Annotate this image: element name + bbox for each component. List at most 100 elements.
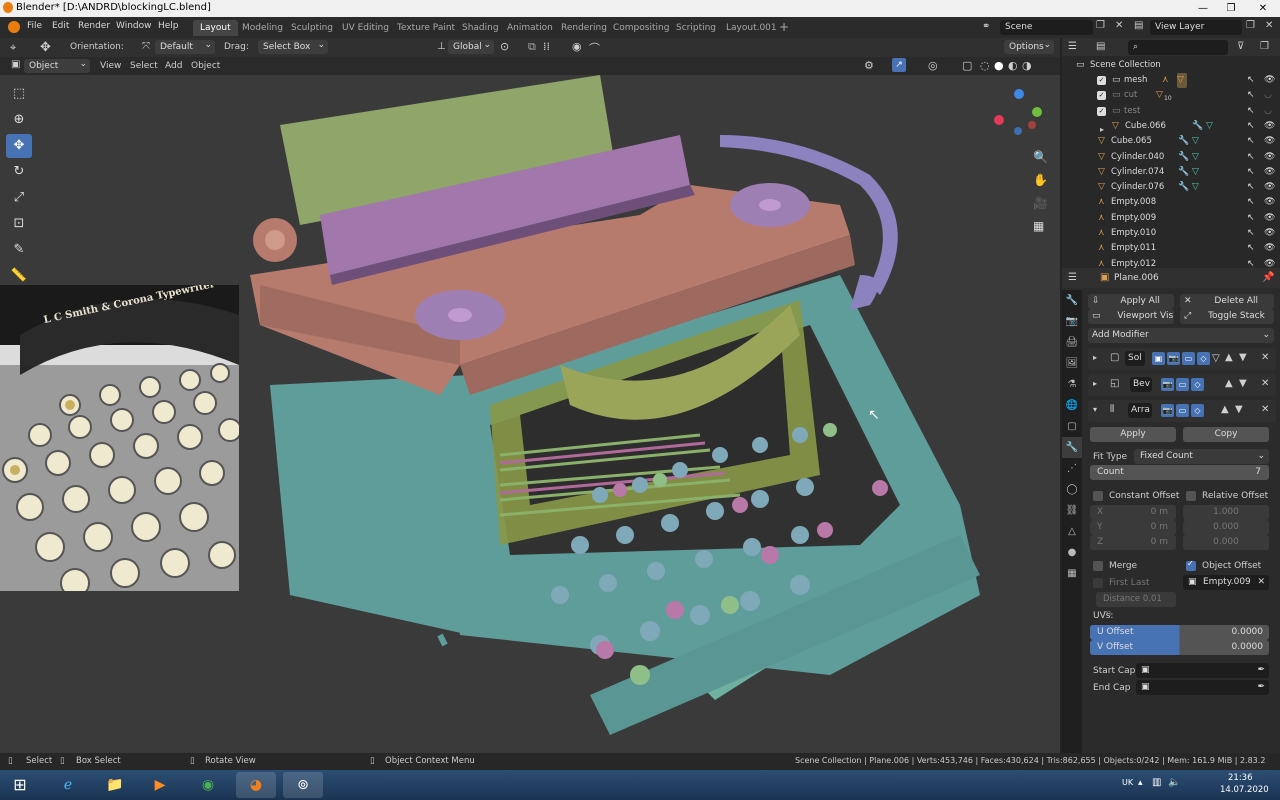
modifier-solidify[interactable]: ▸ ▢ Sol ▣ 📷 ▭ ◇ ▽ ▲ ▼ ✕ [1088,348,1276,370]
v-offset-field[interactable]: V Offset 0.0000 [1090,640,1269,655]
menu-add[interactable]: Add [165,61,182,71]
tab-sculpting[interactable]: Sculpting [284,20,340,36]
minimize-button[interactable]: — [1188,0,1218,17]
file-explorer-icon[interactable]: 📁 [95,772,135,798]
close-button[interactable]: ✕ [1248,0,1278,17]
visibility-icon[interactable]: ⚙ [864,59,874,72]
vertex-icon[interactable]: ◇ [1191,404,1204,417]
move-tool-button[interactable]: ✥ [6,134,32,158]
menu-object[interactable]: Object [191,61,220,71]
monitor-icon[interactable]: ▭ [1176,404,1189,417]
eye-icon[interactable]: 👁 [1264,150,1275,165]
cursor-tool-icon[interactable]: ⊕ [6,108,32,132]
fit-type-dropdown[interactable]: Fixed Count ⌄ [1134,449,1269,464]
outliner-root[interactable]: ▭ Scene Collection [1062,58,1280,73]
camera-view-icon[interactable]: 🎥 [1033,196,1048,210]
collapse-arrow-icon[interactable]: ▾ [1093,405,1097,414]
tab-layout[interactable]: Layout [193,20,238,36]
proportional-edit-icon[interactable]: ◉ [572,40,582,53]
wrench-icon[interactable]: 🔧 [1178,150,1189,165]
scene-icon[interactable]: ⚭ [982,21,990,32]
mesh-data-icon[interactable]: ▽ [1192,180,1199,195]
monitor-icon[interactable]: ▭ [1182,352,1195,365]
count-field[interactable]: Count 7 [1090,465,1269,480]
editmode-icon[interactable]: ▣ [1152,352,1165,365]
select-arrow-icon[interactable]: ↖ [1247,241,1255,256]
modifier-bevel[interactable]: ▸ ◱ Bev 📷 ▭ ◇ ▲ ▼ ✕ [1088,374,1276,396]
data-tab-icon[interactable]: △ [1062,521,1082,542]
expand-arrow-icon[interactable]: ▸ [1093,353,1097,362]
outliner-item[interactable]: ⋏ Empty.010 ↖ 👁 [1062,226,1280,241]
editor-type-icon[interactable]: ⌖ [10,41,16,55]
constant-offset-y[interactable]: Y 0 m [1090,520,1176,535]
move-up-icon[interactable]: ▲ [1225,352,1233,363]
relative-offset-x[interactable]: 1.000 [1183,505,1269,520]
eye-icon[interactable]: 👁 [1264,119,1275,134]
rotate-tool-icon[interactable]: ↻ [6,160,32,184]
particles-tab-icon[interactable]: ⋰ [1062,458,1082,479]
start-button-icon[interactable]: ⊞ [2,772,38,798]
eye-icon[interactable]: 👁 [1264,73,1275,88]
gizmo-neg-x-icon[interactable] [1028,121,1036,129]
toggle-stack-button[interactable]: ⤢ Toggle Stack [1180,309,1274,324]
tab-compositing[interactable]: Compositing [606,20,676,36]
constant-offset-z[interactable]: Z 0 m [1090,535,1176,550]
outliner-item[interactable]: ▽ Cube.065 🔧 ▽ ↖ 👁 [1062,134,1280,149]
tab-texture-paint[interactable]: Texture Paint [390,20,462,36]
outliner-item[interactable]: ⋏ Empty.009 ↖ 👁 [1062,211,1280,226]
clear-icon[interactable]: ✕ [1257,575,1265,590]
eye-icon[interactable]: 👁 [1264,165,1275,180]
filter-icon[interactable]: ⊽ [1237,41,1244,52]
gizmo-neg-z-icon[interactable] [1014,127,1022,135]
tab-animation[interactable]: Animation [500,20,560,36]
display-mode-icon[interactable]: ▤ [1096,41,1105,52]
u-offset-field[interactable]: U Offset 0.0000 [1090,625,1269,640]
select-arrow-icon[interactable]: ↖ [1247,180,1255,195]
material-shading-icon[interactable]: ◐ [1008,59,1018,72]
eye-icon[interactable]: 👁 [1264,226,1275,241]
select-arrow-icon[interactable]: ↖ [1247,195,1255,210]
tab-modeling[interactable]: Modeling [235,20,290,36]
menu-file[interactable]: File [27,21,42,31]
network-icon[interactable]: ▥ [1152,777,1161,788]
delete-scene-icon[interactable]: ✕ [1115,20,1123,31]
render-tab-icon[interactable]: 📷 [1062,311,1082,332]
volume-icon[interactable]: 🔈 [1168,777,1180,788]
outliner-item[interactable]: ⋏ Empty.011 ↖ 👁 [1062,241,1280,256]
tool-tab-icon[interactable]: 🔧 [1062,290,1082,311]
move-down-icon[interactable]: ▼ [1239,378,1247,389]
select-arrow-icon[interactable]: ↖ [1247,119,1255,134]
eye-icon[interactable]: 👁 [1264,180,1275,195]
pin-icon[interactable]: 📌 [1262,272,1274,283]
navigation-gizmo[interactable] [992,87,1048,143]
pivot-point-icon[interactable]: ⊙ [500,40,509,53]
overlays-icon[interactable]: ◎ [928,59,938,72]
zoom-icon[interactable]: 🔍 [1033,150,1048,164]
merge-checkbox[interactable] [1093,561,1103,571]
outliner-item[interactable]: ▽ Cylinder.040 🔧 ▽ ↖ 👁 [1062,150,1280,165]
properties-editor-icon[interactable]: ☰ [1068,272,1077,283]
modifier-name-solidify[interactable]: Sol [1125,351,1145,366]
start-cap-field[interactable]: ▣ ✒ [1136,663,1269,678]
gizmo-z-icon[interactable] [1014,89,1024,99]
tab-rendering[interactable]: Rendering [554,20,614,36]
vertex-icon[interactable]: ◇ [1197,352,1210,365]
outliner-item[interactable]: ▸ ▽ Cube.066 🔧 ▽ ↖ 👁 [1062,119,1280,134]
modifier-tab-icon[interactable]: 🔧 [1062,437,1082,458]
clock-date[interactable]: 14.07.2020 [1220,785,1269,795]
delete-all-button[interactable]: ✕ Delete All [1180,294,1274,309]
eye-icon[interactable]: 👁 [1264,241,1275,256]
menu-view[interactable]: View [100,61,121,71]
copy-button[interactable]: Copy [1183,427,1269,442]
blender-taskbar-icon[interactable]: ◕ [236,772,276,798]
exclude-checkbox[interactable]: ✓ [1097,76,1106,85]
select-arrow-icon[interactable]: ↖ [1247,88,1255,103]
exclude-checkbox[interactable]: ✓ [1097,91,1106,101]
first-last-checkbox[interactable] [1093,578,1103,588]
move-down-icon[interactable]: ▼ [1235,404,1243,415]
recorder-taskbar-icon[interactable]: ⊚ [283,772,323,798]
eye-icon[interactable]: ◡ [1264,88,1272,103]
options-dropdown[interactable]: Options [1004,38,1054,54]
camera-icon[interactable]: 📷 [1167,352,1180,365]
end-cap-field[interactable]: ▣ ✒ [1136,680,1269,695]
